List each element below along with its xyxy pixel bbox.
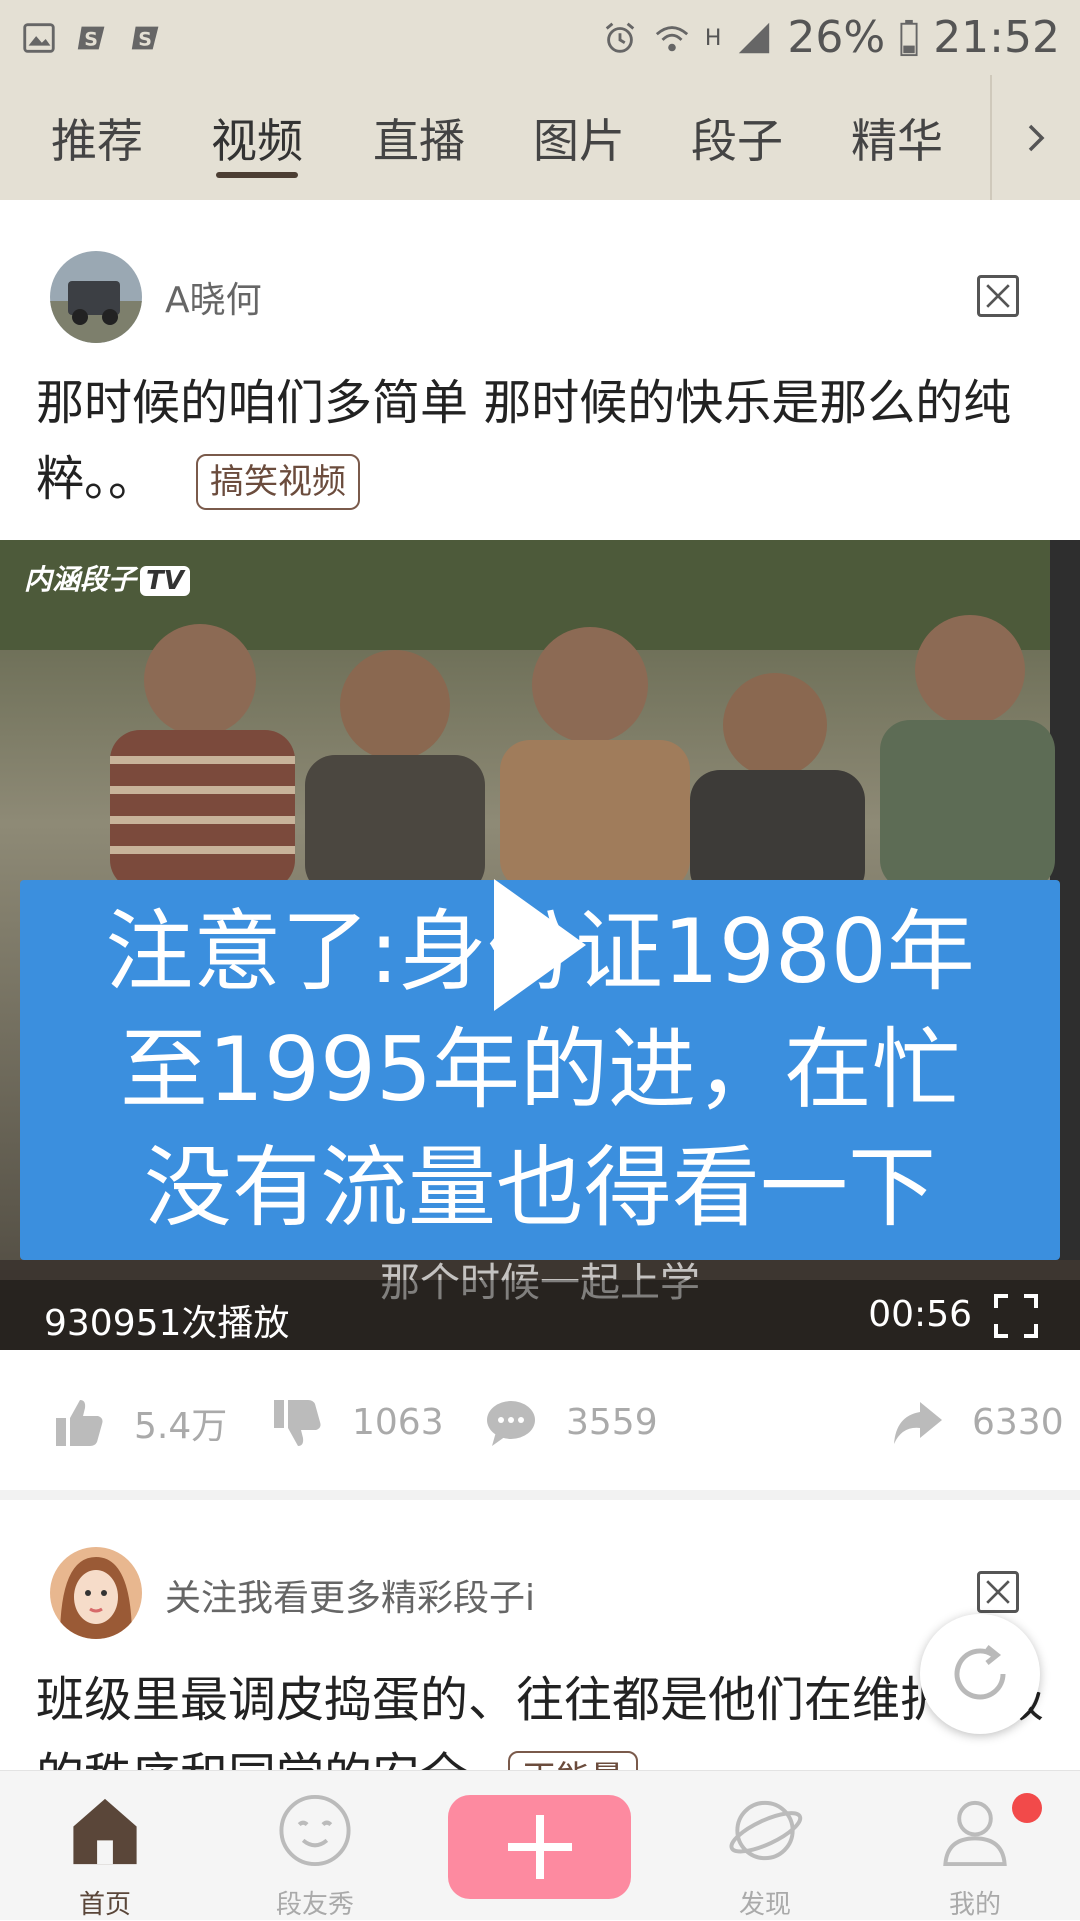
publish-button[interactable] — [448, 1795, 631, 1899]
video-info-bar: 930951次播放 00:56 — [0, 1280, 1080, 1350]
dislike-button[interactable]: 1063 — [270, 1355, 444, 1490]
video-player[interactable]: 内涵段子TV 注意了:身份证1980年 至1995年的进，在忙 没有流量也得看一… — [0, 540, 1080, 1350]
video-duration: 00:56 — [868, 1294, 972, 1335]
post-text[interactable]: 那时候的咱们多简单 那时候的快乐是那么的纯粹。。 搞笑视频 — [36, 365, 1046, 517]
smiley-icon — [279, 1794, 351, 1867]
signal-icon — [739, 22, 770, 53]
banner-line: 至1995年的进，在忙 — [120, 1018, 960, 1121]
username[interactable]: 关注我看更多精彩段子i — [165, 1569, 535, 1621]
notification-badge — [1012, 1793, 1042, 1823]
category-tabs: 推荐 视频 直播 图片 段子 精华 — [0, 75, 1080, 200]
svg-text:S: S — [138, 28, 152, 50]
watermark-badge: TV — [140, 566, 190, 596]
dislike-count: 1063 — [352, 1402, 444, 1443]
nav-discover[interactable]: 发现 — [685, 1771, 845, 1921]
battery-icon — [900, 19, 918, 56]
thumbs-down-icon — [274, 1399, 321, 1446]
thumbs-up-icon — [56, 1399, 103, 1446]
avatar-image — [50, 251, 142, 343]
comment-icon — [487, 1400, 535, 1446]
avatar[interactable] — [50, 251, 142, 343]
post-actions: 5.4万 1063 3559 6330 — [0, 1355, 1080, 1490]
tab-video[interactable]: 视频 — [196, 75, 318, 200]
post-header: 关注我看更多精彩段子i — [0, 1545, 1080, 1655]
close-icon — [986, 1580, 1010, 1604]
tabs-more-button[interactable] — [990, 75, 1080, 200]
like-count: 5.4万 — [134, 1405, 228, 1447]
post-header: A晓何 — [0, 245, 1080, 355]
nav-friends-show[interactable]: 段友秀 — [235, 1771, 395, 1921]
banner-line: 没有流量也得看一下 — [143, 1136, 936, 1239]
tab-pictures[interactable]: 图片 — [518, 75, 640, 200]
comment-count: 3559 — [566, 1402, 658, 1443]
nav-label: 段友秀 — [275, 1890, 354, 1920]
chevron-right-icon — [1028, 124, 1045, 151]
play-count: 930951次播放 — [44, 1303, 290, 1344]
network-type: H — [704, 26, 722, 51]
avatar-image — [50, 1547, 142, 1639]
play-icon[interactable] — [490, 875, 590, 1015]
tab-live[interactable]: 直播 — [358, 75, 480, 200]
refresh-button[interactable] — [920, 1614, 1040, 1734]
share-button[interactable]: 6330 — [890, 1355, 1064, 1490]
gallery-icon — [23, 22, 55, 53]
nav-home[interactable]: 首页 — [25, 1771, 185, 1921]
username[interactable]: A晓何 — [165, 271, 262, 323]
comment-button[interactable]: 3559 — [484, 1355, 658, 1490]
planet-icon — [729, 1800, 803, 1861]
share-count: 6330 — [972, 1402, 1064, 1443]
tab-featured[interactable]: 精华 — [836, 75, 958, 200]
nav-label: 发现 — [738, 1890, 791, 1920]
like-button[interactable]: 5.4万 — [52, 1355, 227, 1490]
nav-label: 首页 — [78, 1890, 131, 1920]
post-tag[interactable]: 搞笑视频 — [196, 454, 361, 510]
status-bar: S S H 26% 21:52 — [0, 0, 1080, 75]
dismiss-post-button[interactable] — [977, 1571, 1019, 1613]
bottom-navigation: 首页 段友秀 发现 我的 — [0, 1770, 1080, 1920]
wifi-icon — [655, 25, 688, 51]
profile-icon — [943, 1800, 1007, 1867]
post-divider — [0, 1490, 1080, 1500]
clock: 21:52 — [933, 12, 1060, 63]
refresh-icon — [954, 1645, 1006, 1700]
alarm-icon — [605, 22, 635, 53]
share-icon — [894, 1401, 942, 1444]
tab-jokes[interactable]: 段子 — [676, 75, 798, 200]
app-s-icon: S — [131, 26, 159, 50]
tab-recommend[interactable]: 推荐 — [36, 75, 158, 200]
fullscreen-icon[interactable] — [992, 1292, 1040, 1340]
svg-text:S: S — [84, 28, 98, 50]
video-watermark: 内涵段子 TV — [24, 558, 190, 598]
avatar[interactable] — [50, 1547, 142, 1639]
plus-icon — [507, 1815, 572, 1879]
home-icon — [73, 1798, 137, 1865]
battery-percent: 26% — [787, 12, 886, 63]
nav-label: 我的 — [948, 1890, 1001, 1920]
app-s-icon: S — [77, 26, 105, 50]
dismiss-post-button[interactable] — [977, 275, 1019, 317]
close-icon — [986, 284, 1010, 308]
